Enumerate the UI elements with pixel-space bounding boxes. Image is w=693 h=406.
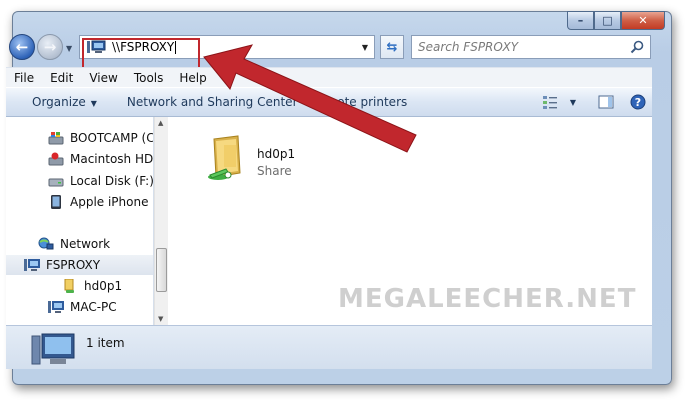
forward-button[interactable]: →: [37, 34, 63, 60]
sidebar-item-local-disk[interactable]: Local Disk (F:): [48, 171, 154, 191]
minimize-button[interactable]: –: [567, 11, 594, 30]
sidebar-item-label: BOOTCAMP (C:): [70, 131, 154, 145]
view-options-dropdown[interactable]: ▼: [564, 91, 582, 113]
view-details-icon: [543, 96, 557, 109]
sidebar-item-label: Local Disk (F:): [70, 174, 154, 188]
phone-icon: [48, 195, 64, 209]
caption-buttons: – □ ✕: [567, 11, 665, 30]
help-button[interactable]: ?: [624, 91, 652, 113]
chevron-down-icon: ▼: [569, 97, 577, 107]
computer-icon: [48, 300, 64, 314]
menu-edit[interactable]: Edit: [42, 71, 81, 85]
sidebar-item-network[interactable]: Network: [38, 234, 110, 254]
sidebar-item-label: FSPROXY: [46, 258, 101, 272]
maximize-button[interactable]: □: [594, 11, 621, 30]
sidebar-item-label: hd0p1: [84, 279, 123, 293]
sidebar-item-label: Network: [60, 237, 111, 251]
sidebar-item-bootcamp[interactable]: BOOTCAMP (C:): [48, 128, 154, 148]
search-input[interactable]: Search FSPROXY: [418, 40, 518, 54]
back-button[interactable]: ←: [9, 34, 35, 60]
forward-arrow-icon: →: [43, 38, 57, 56]
red-arrow-annotation: [203, 44, 417, 153]
navigation-pane-scrollbar[interactable]: ▲ ▼: [154, 117, 168, 325]
preview-pane-button[interactable]: [592, 91, 620, 113]
organize-label: Organize: [32, 95, 86, 109]
sidebar-item-macintosh-hd[interactable]: Macintosh HD (E: [48, 149, 154, 169]
search-box[interactable]: Search FSPROXY: [411, 35, 651, 59]
item-count: 1 item: [86, 336, 125, 350]
search-icon[interactable]: [630, 40, 644, 54]
shared-folder-icon: [62, 278, 78, 293]
scrollbar-thumb[interactable]: [156, 248, 167, 292]
watermark-text: MEGALEECHER.NET: [338, 284, 637, 314]
menu-file[interactable]: File: [6, 71, 42, 85]
mac-drive-icon: [48, 152, 64, 166]
sidebar-item-label: MAC-PC: [70, 300, 117, 314]
back-arrow-icon: ←: [15, 38, 29, 56]
recent-pages-dropdown-icon[interactable]: ▼: [66, 44, 72, 53]
chevron-down-icon: ▼: [90, 99, 97, 108]
organize-button[interactable]: Organize ▼: [6, 95, 107, 109]
network-globe-icon: [38, 237, 54, 251]
sidebar-item-label: Macintosh HD (E: [70, 152, 154, 166]
scroll-up-icon[interactable]: ▲: [158, 119, 163, 127]
help-icon: ?: [630, 94, 646, 110]
details-pane: 1 item: [6, 325, 652, 369]
sidebar-item-mac-pc[interactable]: MAC-PC: [48, 297, 117, 317]
menu-view[interactable]: View: [81, 71, 125, 85]
close-button[interactable]: ✕: [621, 11, 665, 30]
computer-icon: [24, 258, 40, 272]
svg-text:?: ?: [635, 96, 641, 109]
scroll-down-icon[interactable]: ▼: [158, 315, 163, 323]
change-view-button[interactable]: [536, 91, 564, 113]
local-disk-icon: [48, 174, 64, 188]
sidebar-item-apple-iphone[interactable]: Apple iPhone: [48, 192, 148, 212]
computer-icon: [31, 333, 75, 365]
view-controls: ▼ ?: [536, 88, 652, 116]
preview-pane-icon: [598, 95, 614, 109]
share-type: Share: [257, 164, 292, 178]
sidebar-item-fsproxy[interactable]: FSPROXY: [6, 255, 153, 275]
windows-drive-icon: [48, 131, 64, 145]
sidebar-item-label: Apple iPhone: [70, 195, 149, 209]
navigation-pane: BOOTCAMP (C:) Macintosh HD (E Local Disk…: [6, 117, 154, 325]
sidebar-item-hd0p1[interactable]: hd0p1: [62, 276, 122, 296]
menu-tools[interactable]: Tools: [126, 71, 172, 85]
